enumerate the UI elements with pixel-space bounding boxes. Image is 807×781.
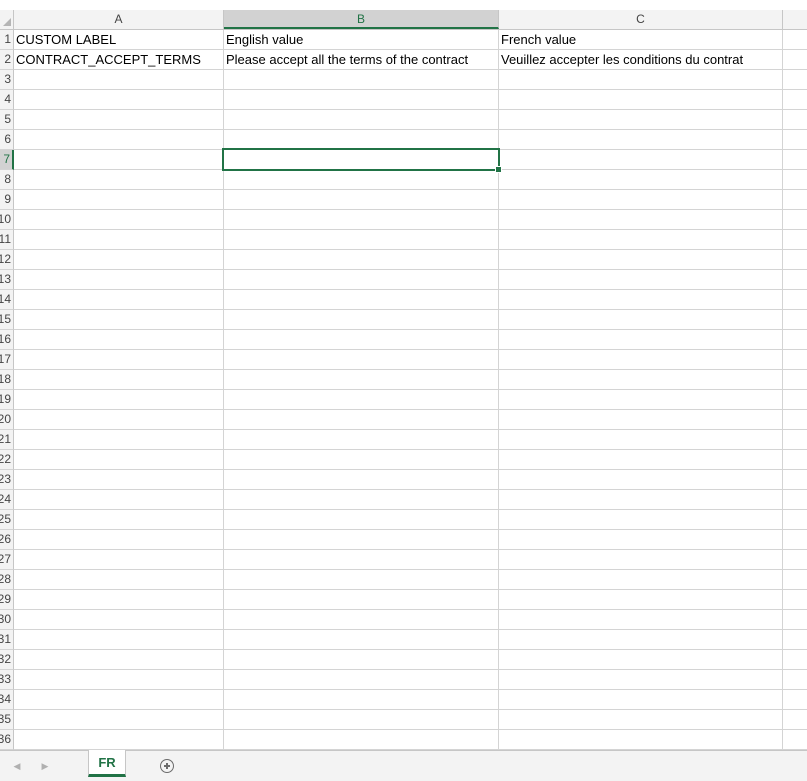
row-gridline bbox=[14, 309, 807, 310]
row-gridline bbox=[14, 249, 807, 250]
cell-c1[interactable]: French value bbox=[499, 30, 781, 50]
triangle-left-icon[interactable]: ◀ bbox=[10, 759, 24, 773]
row-gridline bbox=[14, 609, 807, 610]
column-header-d-partial[interactable] bbox=[783, 10, 807, 29]
row-gridline bbox=[14, 509, 807, 510]
row-header-35[interactable]: 35 bbox=[0, 710, 14, 730]
plus-circle-icon[interactable] bbox=[160, 759, 174, 773]
cell-a1[interactable]: CUSTOM LABEL bbox=[14, 30, 222, 50]
row-gridline bbox=[14, 229, 807, 230]
row-header-1[interactable]: 1 bbox=[0, 30, 14, 50]
row-gridline bbox=[14, 429, 807, 430]
row-header-9[interactable]: 9 bbox=[0, 190, 14, 210]
row-header-11[interactable]: 11 bbox=[0, 230, 14, 250]
column-header-b[interactable]: B bbox=[224, 10, 499, 29]
row-gridline bbox=[14, 729, 807, 730]
cell-c2[interactable]: Veuillez accepter les conditions du cont… bbox=[499, 50, 791, 70]
column-header-row: A B C bbox=[0, 10, 807, 30]
row-header-26[interactable]: 26 bbox=[0, 530, 14, 550]
top-strip bbox=[0, 0, 807, 10]
row-header-23[interactable]: 23 bbox=[0, 470, 14, 490]
row-header-5[interactable]: 5 bbox=[0, 110, 14, 130]
row-gridline bbox=[14, 569, 807, 570]
row-header-30[interactable]: 30 bbox=[0, 610, 14, 630]
column-gridline bbox=[782, 30, 783, 750]
row-header-25[interactable]: 25 bbox=[0, 510, 14, 530]
row-header-13[interactable]: 13 bbox=[0, 270, 14, 290]
row-header-16[interactable]: 16 bbox=[0, 330, 14, 350]
row-gridline bbox=[14, 109, 807, 110]
row-gridline bbox=[14, 689, 807, 690]
row-header-10[interactable]: 10 bbox=[0, 210, 14, 230]
row-header-22[interactable]: 22 bbox=[0, 450, 14, 470]
row-header-33[interactable]: 33 bbox=[0, 670, 14, 690]
row-gridline bbox=[14, 329, 807, 330]
row-header-6[interactable]: 6 bbox=[0, 130, 14, 150]
active-cell-selection[interactable] bbox=[222, 148, 500, 171]
sheet-tab-bar: ◀ ▶ FR bbox=[0, 750, 807, 781]
row-header-34[interactable]: 34 bbox=[0, 690, 14, 710]
row-header-3[interactable]: 3 bbox=[0, 70, 14, 90]
row-header-20[interactable]: 20 bbox=[0, 410, 14, 430]
row-header-29[interactable]: 29 bbox=[0, 590, 14, 610]
row-gridline bbox=[14, 369, 807, 370]
row-gridline bbox=[14, 529, 807, 530]
row-header-4[interactable]: 4 bbox=[0, 90, 14, 110]
select-all-triangle-icon bbox=[3, 18, 11, 26]
row-gridline bbox=[14, 409, 807, 410]
row-header-8[interactable]: 8 bbox=[0, 170, 14, 190]
row-header-36[interactable]: 36 bbox=[0, 730, 14, 750]
row-gridline bbox=[14, 649, 807, 650]
cell-grid[interactable]: CUSTOM LABEL English value French value … bbox=[14, 30, 807, 750]
column-header-a[interactable]: A bbox=[14, 10, 224, 29]
row-header-2[interactable]: 2 bbox=[0, 50, 14, 70]
row-header-12[interactable]: 12 bbox=[0, 250, 14, 270]
row-gridline bbox=[14, 129, 807, 130]
row-gridline bbox=[14, 289, 807, 290]
triangle-right-icon[interactable]: ▶ bbox=[38, 759, 52, 773]
sheet-tab-fr[interactable]: FR bbox=[88, 750, 126, 777]
row-gridline bbox=[14, 389, 807, 390]
row-gridline bbox=[14, 209, 807, 210]
column-gridline bbox=[498, 30, 499, 750]
row-header-32[interactable]: 32 bbox=[0, 650, 14, 670]
row-gridline bbox=[14, 629, 807, 630]
row-header-14[interactable]: 14 bbox=[0, 290, 14, 310]
row-header-17[interactable]: 17 bbox=[0, 350, 14, 370]
row-header-21[interactable]: 21 bbox=[0, 430, 14, 450]
row-gridline bbox=[14, 89, 807, 90]
row-header-28[interactable]: 28 bbox=[0, 570, 14, 590]
row-header-31[interactable]: 31 bbox=[0, 630, 14, 650]
row-gridline bbox=[14, 669, 807, 670]
cell-b1[interactable]: English value bbox=[224, 30, 497, 50]
row-gridline bbox=[14, 589, 807, 590]
row-gridline bbox=[14, 349, 807, 350]
row-header-19[interactable]: 19 bbox=[0, 390, 14, 410]
select-all-corner[interactable] bbox=[0, 10, 14, 29]
column-gridline bbox=[223, 30, 224, 750]
row-header-18[interactable]: 18 bbox=[0, 370, 14, 390]
row-header-7[interactable]: 7 bbox=[0, 150, 14, 170]
row-gridline bbox=[14, 269, 807, 270]
row-gridline bbox=[14, 189, 807, 190]
row-header-24[interactable]: 24 bbox=[0, 490, 14, 510]
column-header-c[interactable]: C bbox=[499, 10, 783, 29]
cell-b2[interactable]: Please accept all the terms of the contr… bbox=[224, 50, 497, 70]
cell-a2[interactable]: CONTRACT_ACCEPT_TERMS bbox=[14, 50, 222, 70]
row-gridline bbox=[14, 449, 807, 450]
row-header-15[interactable]: 15 bbox=[0, 310, 14, 330]
fill-handle[interactable] bbox=[495, 166, 502, 173]
row-gridline bbox=[14, 549, 807, 550]
row-gridline bbox=[14, 469, 807, 470]
row-gridline bbox=[14, 489, 807, 490]
row-header-27[interactable]: 27 bbox=[0, 550, 14, 570]
row-gridline bbox=[14, 709, 807, 710]
